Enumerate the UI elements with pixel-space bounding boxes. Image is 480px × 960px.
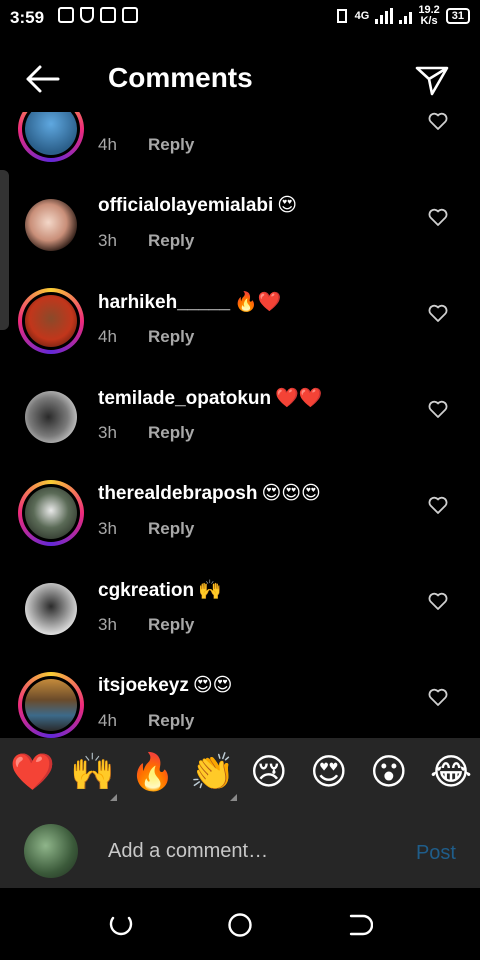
comment-emoji: 😍😍😍 [261,483,321,504]
back-nav-icon[interactable] [347,912,373,938]
avatar[interactable] [18,384,84,450]
comment-text: cgkreation 🙌 [98,578,222,602]
comment-row: itsjoekeyz 😍😍 4h Reply [0,664,480,738]
contact-card-icon [100,7,116,23]
comment-username[interactable]: temilade_opatokun [98,388,271,409]
comment-text: itsjoekeyz 😍😍 [98,674,232,697]
comment-row: officialolayemialabi 😍 3h Reply [0,184,480,280]
reaction-heart[interactable]: ❤️ [10,752,55,792]
comment-time: 4h [98,327,117,346]
status-right: 4G 19.2 K/s 31 [335,5,470,27]
comment-username[interactable]: harhikeh_____ [98,292,230,313]
comment-row: 4h Reply [0,112,480,184]
like-heart-icon[interactable] [428,688,448,706]
reply-button[interactable]: Reply [148,423,194,443]
comment-username[interactable]: cgkreation [98,580,194,601]
like-heart-icon[interactable] [428,208,448,226]
comment-text: temilade_opatokun ❤️❤️ [98,386,322,410]
comment-input[interactable] [108,838,388,864]
like-heart-icon[interactable] [428,304,448,322]
comment-text: therealdebraposh 😍😍😍 [98,482,321,505]
reaction-crying[interactable]: 😢 [250,752,288,792]
header: Comments [0,52,480,108]
signal-2-icon [399,8,413,24]
reply-button[interactable]: Reply [148,519,194,539]
avatar[interactable] [18,288,84,354]
comment-emoji: ❤️❤️ [275,388,323,409]
comment-row: harhikeh_____ 🔥❤️ 4h Reply [0,280,480,376]
comment-composer: Post [0,814,480,888]
avatar[interactable] [18,576,84,642]
comments-list[interactable]: 4h Reply officialolayemialabi 😍 3h Reply … [0,112,480,738]
avatar[interactable] [18,480,84,546]
comment-emoji: 😍 [277,195,298,216]
quick-reactions-bar: ❤️ 🙌 🔥 👏 😢 😍 😮 😂 [0,738,480,814]
back-arrow-icon[interactable] [24,64,60,94]
signal-icon [375,8,394,24]
page-title: Comments [108,62,253,93]
comment-emoji: 🙌 [198,580,222,601]
like-heart-icon[interactable] [428,592,448,610]
battery-icon: 31 [445,8,470,24]
network-type: 4G [354,10,370,22]
reaction-heart-eyes[interactable]: 😍 [310,752,348,792]
send-icon[interactable] [414,62,450,98]
reply-button[interactable]: Reply [148,135,194,155]
avatar[interactable] [18,112,84,162]
like-heart-icon[interactable] [428,112,448,130]
comment-text: officialolayemialabi 😍 [98,194,297,217]
status-time: 3:59 [10,8,45,27]
reaction-fire[interactable]: 🔥 [130,752,175,792]
like-heart-icon[interactable] [428,496,448,514]
comment-row: temilade_opatokun ❤️❤️ 3h Reply [0,376,480,472]
current-user-avatar [24,824,78,878]
comment-username[interactable]: therealdebraposh [98,483,257,504]
comment-time: 3h [98,423,117,442]
recent-apps-icon[interactable] [108,912,134,938]
post-button[interactable]: Post [416,842,456,865]
status-bar: 3:59 4G 19.2 K/s 31 [0,0,480,36]
comment-time: 3h [98,231,117,250]
comment-time: 3h [98,615,117,634]
message-icon [58,7,74,23]
reaction-raised-hands[interactable]: 🙌 [70,752,115,792]
reaction-variant-indicator [230,794,237,801]
avatar[interactable] [18,192,84,258]
speed-unit: K/s [420,15,438,27]
network-speed: 19.2 K/s [418,5,439,27]
comment-time: 4h [98,135,117,154]
home-icon[interactable] [227,912,253,938]
reaction-variant-indicator [110,794,117,801]
shield-icon [80,7,94,23]
reaction-laughing[interactable]: 😂 [430,752,472,792]
gallery-icon [122,7,138,23]
comment-emoji: 😍😍 [192,675,233,696]
reply-button[interactable]: Reply [148,615,194,635]
comment-row: therealdebraposh 😍😍😍 3h Reply [0,472,480,568]
avatar[interactable] [18,672,84,738]
comment-row: cgkreation 🙌 3h Reply [0,568,480,664]
comment-time: 4h [98,711,117,730]
comment-username[interactable]: officialolayemialabi [98,195,273,216]
reaction-clap[interactable]: 👏 [190,752,235,792]
like-heart-icon[interactable] [428,400,448,418]
reply-button[interactable]: Reply [148,327,194,347]
comment-text: harhikeh_____ 🔥❤️ [98,290,281,314]
reaction-surprised[interactable]: 😮 [370,752,408,792]
reply-button[interactable]: Reply [148,231,194,251]
system-nav-bar [0,888,480,960]
comment-username[interactable]: itsjoekeyz [98,675,189,696]
comment-emoji: 🔥❤️ [234,292,282,313]
reply-button[interactable]: Reply [148,711,194,731]
comment-time: 3h [98,519,117,538]
notification-icons [58,7,138,23]
vibrate-icon [336,9,347,23]
edge-panel-handle[interactable] [0,170,9,330]
